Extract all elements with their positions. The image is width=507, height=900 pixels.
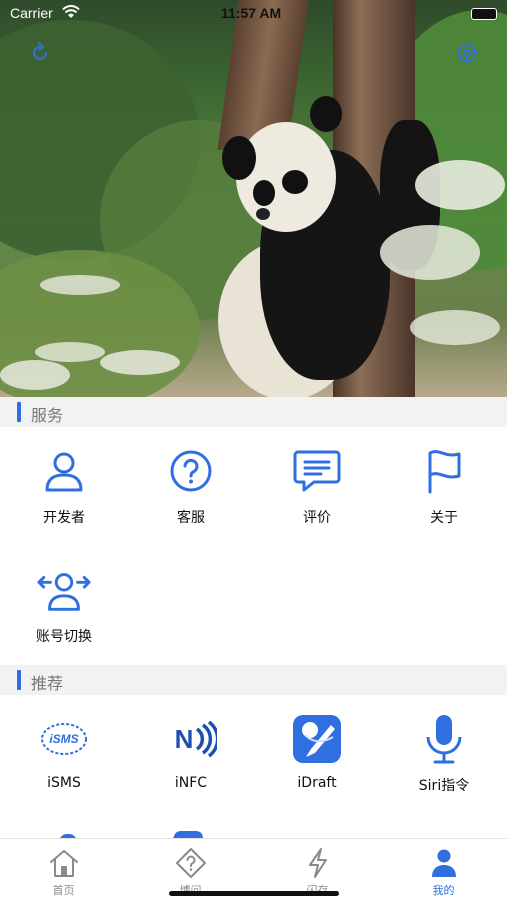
tab-home[interactable]: 首页 — [0, 839, 127, 900]
home-indicator — [169, 891, 339, 896]
services-section-header: 服务 — [0, 397, 507, 427]
services-section-title: 服务 — [31, 406, 64, 425]
question-circle-icon — [163, 443, 219, 499]
idraft-app-icon — [289, 711, 345, 767]
idraft-app-button[interactable]: iDraft — [262, 711, 372, 811]
tab-mine[interactable]: 我的 — [380, 839, 507, 900]
lightning-icon — [302, 847, 334, 879]
account-switch-button[interactable]: 账号切换 — [9, 562, 119, 662]
user-icon — [36, 443, 92, 499]
developer-label: 开发者 — [43, 510, 85, 526]
comment-icon — [289, 443, 345, 499]
microphone-icon — [416, 711, 472, 767]
siri-shortcuts-button[interactable]: Siri指令 — [389, 711, 499, 811]
carrier-label: Carrier — [10, 5, 53, 21]
question-diamond-icon — [175, 847, 207, 879]
hero-image — [0, 0, 507, 397]
isms-label: iSMS — [47, 775, 81, 791]
recommend-section-header: 推荐 — [0, 665, 507, 695]
idraft-label: iDraft — [297, 775, 337, 791]
tab-home-label: 首页 — [52, 884, 75, 897]
refresh-icon[interactable] — [26, 39, 54, 67]
customer-service-button[interactable]: 客服 — [136, 443, 246, 543]
home-icon — [48, 847, 80, 879]
account-switch-icon — [36, 562, 92, 618]
section-accent-bar — [17, 402, 21, 422]
svg-text:N: N — [175, 724, 194, 754]
wifi-icon — [62, 5, 80, 23]
about-button[interactable]: 关于 — [389, 443, 499, 543]
section-accent-bar — [17, 670, 21, 690]
siri-shortcuts-label: Siri指令 — [418, 778, 470, 794]
about-label: 关于 — [430, 510, 458, 526]
recommend-section-title: 推荐 — [31, 674, 64, 693]
status-bar: Carrier 11:57 AM — [0, 0, 507, 28]
svg-text:iSMS: iSMS — [49, 732, 78, 746]
account-switch-label: 账号切换 — [36, 629, 92, 645]
infc-label: iNFC — [174, 775, 208, 791]
developer-button[interactable]: 开发者 — [9, 443, 119, 543]
customer-service-label: 客服 — [177, 510, 205, 526]
review-button[interactable]: 评价 — [262, 443, 372, 543]
review-label: 评价 — [303, 510, 331, 526]
isms-app-icon: iSMS — [36, 711, 92, 767]
person-icon — [428, 847, 460, 879]
isms-app-button[interactable]: iSMS iSMS — [9, 711, 119, 811]
tab-mine-label: 我的 — [432, 884, 455, 897]
nfc-app-icon: N — [163, 711, 219, 767]
battery-icon — [471, 8, 497, 20]
flag-icon — [416, 443, 472, 499]
clock: 11:57 AM — [221, 5, 282, 21]
infc-app-button[interactable]: N iNFC — [136, 711, 246, 811]
settings-icon[interactable] — [453, 39, 481, 67]
